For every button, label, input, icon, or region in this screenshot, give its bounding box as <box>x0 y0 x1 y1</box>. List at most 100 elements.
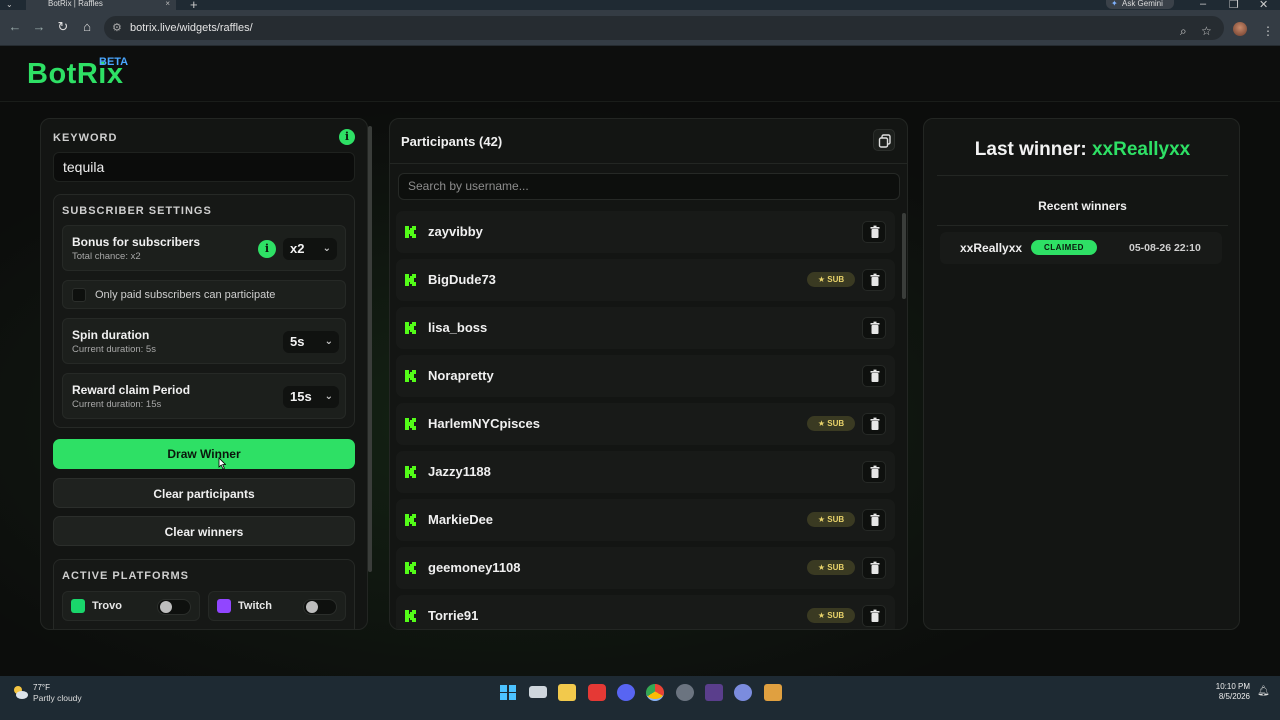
app-icon-2[interactable] <box>764 684 782 701</box>
participant-row: Norapretty <box>396 355 895 397</box>
reload-icon[interactable]: ↻ <box>54 19 72 35</box>
menu-kebab-icon[interactable]: ⋮ <box>1262 24 1274 38</box>
participant-username: Norapretty <box>428 368 494 383</box>
participant-username: MarkieDee <box>428 512 494 527</box>
tab-search-icon[interactable]: ⌄ <box>6 0 13 9</box>
weather-temp: 77°F <box>33 683 50 692</box>
spin-duration-card: Spin duration Current duration: 5s 5s ⌄ <box>62 318 346 364</box>
discord-icon[interactable] <box>617 684 635 701</box>
participant-row: geemoney1108 ★ SUB <box>396 547 895 589</box>
remove-participant-button[interactable] <box>862 605 886 627</box>
system-clock[interactable]: 10:10 PM 8/5/2026 <box>1210 682 1250 702</box>
platform-trovo: Trovo <box>62 591 200 621</box>
clear-participants-button[interactable]: Clear participants <box>53 478 355 508</box>
spin-duration-select[interactable]: 5s ⌄ <box>283 331 339 353</box>
participant-search-input[interactable]: Search by username... <box>398 173 900 200</box>
copy-button[interactable] <box>873 129 895 151</box>
bonus-info-icon[interactable]: i <box>258 240 276 258</box>
forward-icon[interactable]: → <box>30 19 48 34</box>
windows-start-icon[interactable] <box>499 684 517 701</box>
paid-only-checkbox[interactable] <box>72 288 86 302</box>
raffle-settings-panel: KEYWORD i tequila SUBSCRIBER SETTINGS Bo… <box>40 118 368 630</box>
participant-username: lisa_boss <box>428 320 488 335</box>
keyword-input[interactable]: tequila <box>53 152 355 182</box>
game-app-icon[interactable] <box>705 684 723 701</box>
winner-name: xxReallyxx <box>960 241 1023 255</box>
subscriber-settings: SUBSCRIBER SETTINGS Bonus for subscriber… <box>53 194 355 428</box>
bonus-multiplier-select[interactable]: x2 ⌄ <box>283 238 337 260</box>
remove-participant-button[interactable] <box>862 461 886 483</box>
remove-participant-button[interactable] <box>862 365 886 387</box>
partly-cloudy-icon[interactable] <box>11 684 29 700</box>
trovo-icon <box>71 599 85 613</box>
mouse-cursor-icon <box>218 457 226 470</box>
trash-icon <box>870 465 880 478</box>
trovo-toggle[interactable] <box>157 599 191 615</box>
settings-scrollbar[interactable] <box>368 126 372 572</box>
kick-icon <box>404 273 418 287</box>
reward-claim-value: 15s <box>290 389 312 404</box>
recent-winner-row: xxReallyxx CLAIMED 05-08-26 22:10 <box>940 232 1222 264</box>
url-field[interactable]: ⚙ botrix.live/widgets/raffles/ <box>104 16 1224 40</box>
draw-winner-button[interactable]: Draw Winner <box>53 439 355 469</box>
bookmark-star-icon[interactable]: ☆ <box>1201 24 1212 38</box>
kick-icon <box>404 369 418 383</box>
active-platforms-title: ACTIVE PLATFORMS <box>62 570 190 582</box>
chevron-down-icon: ⌄ <box>324 391 333 402</box>
remove-participant-button[interactable] <box>862 269 886 291</box>
remove-participant-button[interactable] <box>862 509 886 531</box>
trash-icon <box>870 513 880 526</box>
reward-claim-select[interactable]: 15s ⌄ <box>283 386 339 408</box>
twitch-toggle[interactable] <box>303 599 337 615</box>
participants-panel: Participants (42) Search by username... … <box>389 118 908 630</box>
chrome-icon[interactable] <box>646 684 664 701</box>
bonus-subtitle: Total chance: x2 <box>72 251 141 262</box>
ask-gemini-button[interactable]: Ask Gemini <box>1106 0 1174 9</box>
platform-name: Trovo <box>92 600 122 612</box>
kick-icon <box>404 225 418 239</box>
remove-participant-button[interactable] <box>862 413 886 435</box>
participant-username: zayvibby <box>428 224 483 239</box>
file-explorer-icon[interactable] <box>558 684 576 701</box>
trash-icon <box>870 561 880 574</box>
remove-participant-button[interactable] <box>862 221 886 243</box>
botrix-app: BotRix BETA KEYWORD i tequila SUBSCRIBER… <box>0 46 1280 676</box>
participants-header: Participants (42) <box>390 119 907 164</box>
spin-duration-value: 5s <box>290 334 305 349</box>
youtube-icon[interactable] <box>588 684 606 701</box>
home-icon[interactable]: ⌂ <box>78 19 96 34</box>
profile-avatar[interactable] <box>1233 22 1247 36</box>
clear-winners-button[interactable]: Clear winners <box>53 516 355 546</box>
divider <box>937 225 1228 226</box>
participant-username: BigDude73 <box>428 272 496 287</box>
participant-username: geemoney1108 <box>428 560 521 575</box>
last-winner-label: Last winner: <box>974 139 1087 160</box>
paid-only-option[interactable]: Only paid subscribers can participate <box>62 280 346 309</box>
recent-winners-title: Recent winners <box>1038 199 1127 213</box>
task-view-icon[interactable] <box>529 686 547 698</box>
keyword-info-icon[interactable]: i <box>339 129 355 145</box>
bonus-title: Bonus for subscribers <box>72 235 201 249</box>
site-info-icon[interactable]: ⚙ <box>112 16 122 40</box>
notification-bell-icon[interactable]: 🔔︎ <box>1257 686 1270 697</box>
tab-close-icon[interactable]: × <box>165 0 170 8</box>
browser-tab[interactable]: BotRix | Raffles × <box>26 0 176 10</box>
participants-scrollbar[interactable] <box>902 213 906 299</box>
back-icon[interactable]: ← <box>6 19 24 34</box>
zoom-icon[interactable]: ⌕ <box>1180 24 1187 39</box>
obs-icon[interactable] <box>676 684 694 701</box>
bonus-multiplier-value: x2 <box>290 241 305 256</box>
trash-icon <box>870 609 880 622</box>
minimize-icon[interactable]: – <box>1200 0 1206 10</box>
app-icon[interactable] <box>734 684 752 701</box>
spin-duration-subtitle: Current duration: 5s <box>72 344 156 355</box>
remove-participant-button[interactable] <box>862 557 886 579</box>
remove-participant-button[interactable] <box>862 317 886 339</box>
spin-duration-title: Spin duration <box>72 328 150 342</box>
keyword-label: KEYWORD <box>53 132 118 144</box>
participant-username: Jazzy1188 <box>428 464 491 479</box>
participant-username: Torrie91 <box>428 608 479 623</box>
tab-title: BotRix | Raffles <box>48 0 103 8</box>
reward-claim-title: Reward claim Period <box>72 383 191 397</box>
copy-icon <box>878 134 891 148</box>
